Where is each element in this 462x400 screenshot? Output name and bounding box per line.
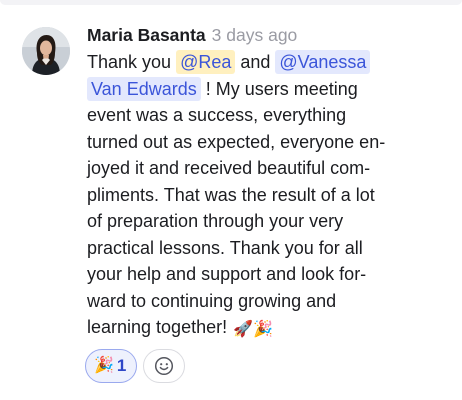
body-line: turned out as expected, everyone en- bbox=[87, 131, 386, 152]
avatar[interactable] bbox=[22, 27, 70, 75]
comment-body: Thank you @Rea and @Vanessa Van Edwards … bbox=[87, 49, 437, 341]
body-line: Thank you @Rea and @Vanessa bbox=[87, 49, 437, 76]
body-line: learning together! 🚀🎉 bbox=[87, 314, 437, 341]
rocket-party-emoji: 🚀🎉 bbox=[233, 321, 273, 338]
body-text-segment: ! My users meeting bbox=[200, 78, 358, 99]
reaction-party-button[interactable]: 🎉 1 bbox=[85, 349, 138, 383]
comment-content: Maria Basanta 3 days ago Thank you @Rea a… bbox=[87, 22, 447, 341]
add-reaction-button[interactable] bbox=[143, 349, 186, 383]
body-text-segment: learning together! bbox=[87, 317, 228, 337]
reaction-count: 1 bbox=[116, 356, 127, 375]
party-popper-icon: 🎉 bbox=[94, 357, 114, 374]
body-line: pliments. That was the result of a lot bbox=[87, 184, 375, 205]
body-line: ward to continuing growing and bbox=[87, 290, 337, 311]
body-line: joyed it and received beautiful com- bbox=[87, 158, 371, 178]
body-line: of preparation through your very bbox=[87, 211, 344, 231]
avatar-photo bbox=[22, 27, 70, 75]
smiley-face-icon bbox=[155, 356, 174, 376]
body-line: event was a success, everything bbox=[87, 105, 347, 125]
comment-header: Maria Basanta 3 days ago bbox=[87, 22, 447, 48]
body-text-segment: Thank you bbox=[87, 52, 177, 72]
body-line: practical lessons. Thank you for all bbox=[87, 237, 363, 258]
mention-vanessa-van-edwards[interactable]: @Vanessa bbox=[275, 50, 371, 74]
mention-vanessa-van-edwards-cont[interactable]: Van Edwards bbox=[87, 76, 201, 101]
reactions-bar: 🎉 1 bbox=[85, 349, 186, 387]
body-line: Van Edwards ! My users meeting bbox=[87, 76, 437, 103]
timestamp: 3 days ago bbox=[211, 25, 298, 45]
body-line: your help and support and look for- bbox=[87, 264, 367, 284]
previous-card-edge bbox=[0, 0, 462, 5]
mention-rea[interactable]: @Rea bbox=[176, 50, 236, 74]
author-name[interactable]: Maria Basanta bbox=[87, 25, 206, 45]
body-text-segment: and bbox=[235, 52, 276, 72]
